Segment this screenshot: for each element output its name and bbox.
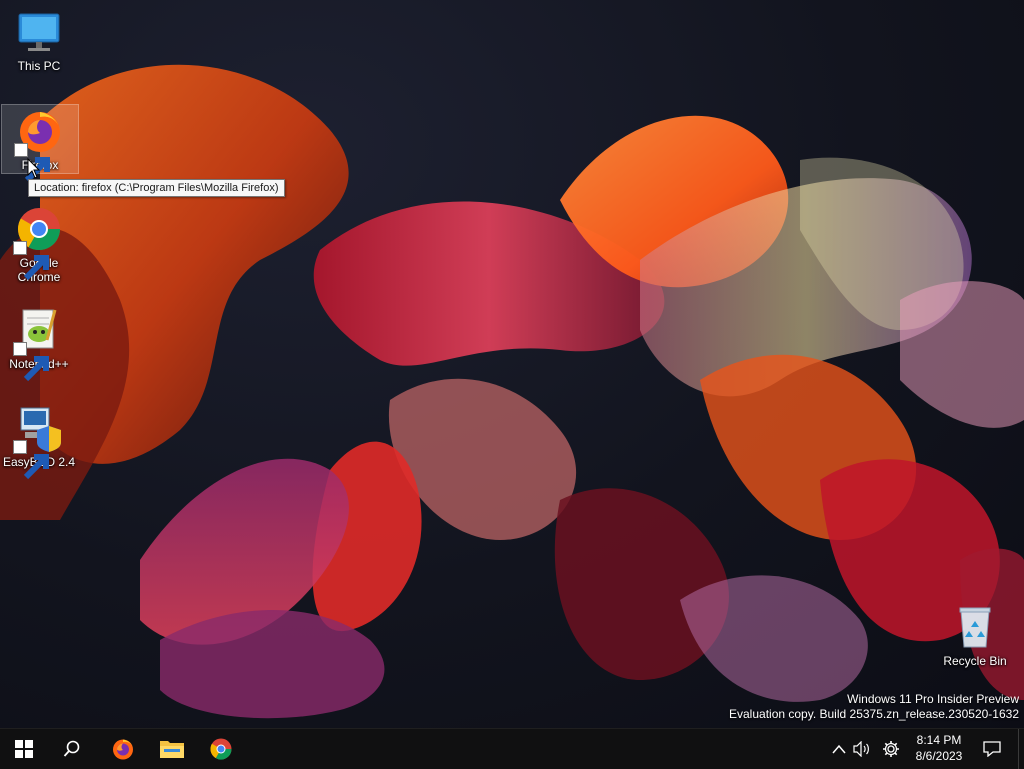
desktop-icon-notepadpp[interactable]: Notepad++ xyxy=(1,306,77,382)
tooltip: Location: firefox (C:\Program Files\Mozi… xyxy=(28,179,285,197)
firefox-icon xyxy=(113,739,133,760)
show-desktop-button[interactable] xyxy=(1018,729,1024,769)
shortcut-arrow-icon xyxy=(13,342,49,382)
clock-time: 8:14 PM xyxy=(916,733,962,747)
desktop-icon-label: Recycle Bin xyxy=(943,654,1007,668)
search-icon xyxy=(63,740,80,757)
desktop-icon-label: This PC xyxy=(17,59,61,73)
desktop-icon-easybcd[interactable]: EasyBCD 2.4 xyxy=(1,404,77,480)
desktop-icon-chrome[interactable]: Google Chrome xyxy=(1,205,77,284)
start-button[interactable] xyxy=(0,729,48,769)
file-explorer-icon xyxy=(160,741,184,758)
shortcut-arrow-icon xyxy=(13,241,49,281)
taskbar: 8:14 PM 8/6/2023 xyxy=(0,728,1024,769)
search-button[interactable] xyxy=(48,729,96,769)
recycle-bin-icon xyxy=(959,607,991,648)
clock-date: 8/6/2023 xyxy=(915,749,963,763)
volume-icon xyxy=(853,741,869,757)
shortcut-arrow-icon xyxy=(13,440,49,480)
taskbar-file-explorer[interactable] xyxy=(148,729,196,769)
chrome-icon xyxy=(210,738,232,760)
desktop-icon-this-pc[interactable]: This PC xyxy=(1,8,77,73)
taskbar-firefox[interactable] xyxy=(99,729,147,769)
settings-icon xyxy=(883,741,899,757)
wallpaper-image xyxy=(0,64,1024,719)
mouse-cursor-icon xyxy=(27,158,41,179)
evaluation-watermark: Windows 11 Pro Insider Preview Evaluatio… xyxy=(729,692,1019,722)
start-icon xyxy=(15,740,33,758)
monitor-icon xyxy=(18,13,60,51)
notification-icon xyxy=(983,741,1001,757)
watermark-line-1: Windows 11 Pro Insider Preview xyxy=(847,692,1019,706)
chevron-up-icon xyxy=(832,744,846,754)
settings-tray-button[interactable] xyxy=(879,729,903,769)
notification-center-button[interactable] xyxy=(978,729,1006,769)
desktop[interactable]: This PC Firefox Google Chrome Notepad++ … xyxy=(0,0,1024,728)
taskbar-chrome[interactable] xyxy=(197,729,245,769)
show-hidden-icons-button[interactable] xyxy=(828,729,850,769)
watermark-line-2: Evaluation copy. Build 25375.zn_release.… xyxy=(729,707,1019,721)
desktop-icon-recycle-bin[interactable]: Recycle Bin xyxy=(937,603,1013,668)
taskbar-clock[interactable]: 8:14 PM 8/6/2023 xyxy=(910,732,968,764)
shortcut-arrow-icon xyxy=(14,143,50,183)
volume-button[interactable] xyxy=(851,729,873,769)
